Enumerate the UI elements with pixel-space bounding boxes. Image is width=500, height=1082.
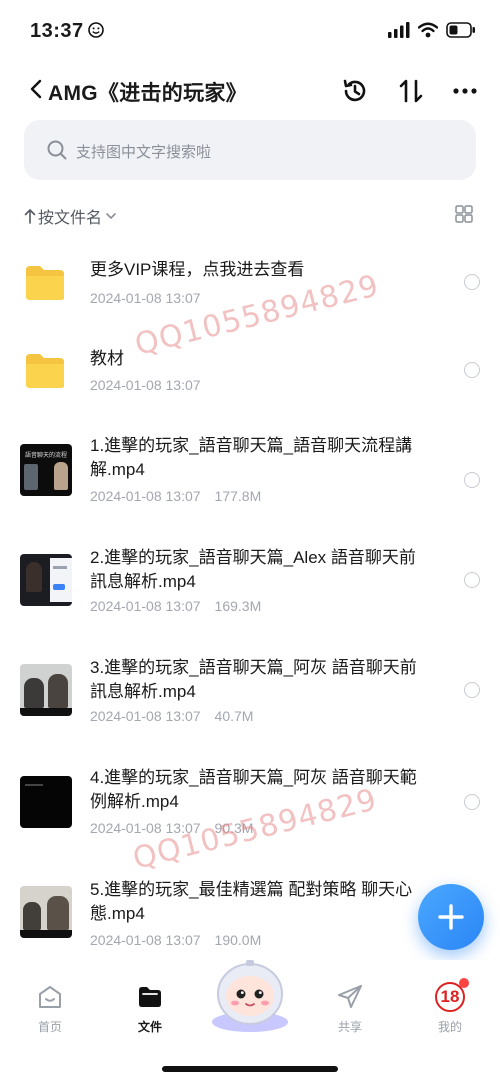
file-size: 177.8M bbox=[214, 488, 262, 504]
file-name: 2.進擊的玩家_語音聊天篇_Alex 語音聊天前 訊息解析.mp4 bbox=[90, 548, 416, 591]
file-meta: 2024-01-08 13:07 177.8M bbox=[90, 488, 261, 504]
status-time: 13:37 bbox=[30, 20, 84, 42]
more-icon[interactable] bbox=[450, 76, 480, 106]
list-item[interactable]: 2.進擊的玩家_語音聊天篇_Alex 語音聊天前 訊息解析.mp4 2024-0… bbox=[0, 532, 500, 642]
search-bar[interactable]: 支持图中文字搜索啦 bbox=[24, 120, 476, 180]
home-indicator bbox=[162, 1066, 338, 1072]
tab-label: 我的 bbox=[437, 1020, 462, 1034]
list-item[interactable]: 3.進擊的玩家_語音聊天篇_阿灰 語音聊天前 訊息解析.mp4 2024-01-… bbox=[0, 642, 500, 752]
tab-files[interactable]: 文件 bbox=[110, 982, 190, 1035]
file-date: 2024-01-08 13:07 bbox=[90, 932, 201, 948]
smiley-icon bbox=[88, 22, 104, 38]
tab-label: 共享 bbox=[337, 1020, 362, 1034]
tab-label: 文件 bbox=[137, 1020, 162, 1034]
folder-icon bbox=[139, 987, 161, 1007]
back-chevron-icon[interactable] bbox=[26, 78, 48, 100]
tab-home[interactable]: 首页 bbox=[10, 982, 90, 1035]
file-date: 2024-01-08 13:07 bbox=[90, 598, 201, 614]
notification-dot bbox=[459, 978, 469, 988]
file-date: 2024-01-08 13:07 bbox=[90, 290, 201, 306]
tab-label: 首页 bbox=[37, 1020, 62, 1034]
select-radio[interactable] bbox=[464, 362, 480, 378]
file-name: 5.進擊的玩家_最佳精選篇 配對策略 聊天心態.mp4 bbox=[90, 880, 413, 923]
tab-share[interactable]: 共享 bbox=[310, 982, 390, 1035]
sort-row: 按文件名 bbox=[24, 200, 476, 228]
file-meta: 2024-01-08 13:07 bbox=[90, 377, 201, 393]
search-placeholder: 支持图中文字搜索啦 bbox=[76, 144, 212, 161]
file-meta: 2024-01-08 13:07 169.3M bbox=[90, 598, 261, 614]
mascot-icon[interactable] bbox=[206, 952, 294, 1032]
folder-icon bbox=[26, 354, 64, 388]
status-bar: 13:37 bbox=[0, 0, 500, 62]
tab-profile[interactable]: 18 我的 bbox=[410, 978, 490, 1035]
file-size: 169.3M bbox=[214, 598, 262, 614]
plus-icon bbox=[438, 904, 464, 930]
tab-bar: 首页 文件 共享 18 我的 bbox=[0, 960, 500, 1082]
file-date: 2024-01-08 13:07 bbox=[90, 708, 201, 724]
sort-by-name-button[interactable]: 按文件名 bbox=[24, 204, 118, 228]
file-size: 190.0M bbox=[214, 932, 262, 948]
send-icon bbox=[338, 985, 362, 1008]
home-icon bbox=[39, 986, 61, 1008]
profile-badge-number: 18 bbox=[440, 987, 460, 1006]
file-name: 1.進擊的玩家_語音聊天篇_語音聊天流程講解.mp4 bbox=[90, 436, 413, 479]
list-item[interactable]: 教材 2024-01-08 13:07 bbox=[0, 320, 500, 430]
file-size: 40.7M bbox=[214, 708, 254, 724]
file-meta: 2024-01-08 13:07 bbox=[90, 290, 201, 306]
arrow-up-icon bbox=[24, 209, 36, 224]
file-meta: 2024-01-08 13:07 190.0M bbox=[90, 932, 261, 948]
signal-icon bbox=[388, 22, 410, 38]
video-thumbnail bbox=[20, 776, 72, 828]
add-button[interactable] bbox=[418, 884, 484, 950]
battery-icon bbox=[446, 22, 475, 38]
select-radio[interactable] bbox=[464, 794, 480, 810]
thumbnail-caption: 語音聊天的流程 bbox=[25, 453, 68, 459]
video-thumbnail bbox=[20, 554, 72, 606]
file-name: 3.進擊的玩家_語音聊天篇_阿灰 語音聊天前 訊息解析.mp4 bbox=[90, 658, 417, 701]
nav-bar: AMG《进击的玩家》 bbox=[0, 68, 500, 112]
file-date: 2024-01-08 13:07 bbox=[90, 377, 201, 393]
wifi-icon bbox=[418, 22, 438, 38]
chevron-down-icon bbox=[106, 213, 116, 219]
file-date: 2024-01-08 13:07 bbox=[90, 488, 201, 504]
select-radio[interactable] bbox=[464, 682, 480, 698]
grid-view-icon[interactable] bbox=[454, 204, 474, 224]
video-thumbnail bbox=[20, 664, 72, 716]
sort-icon[interactable] bbox=[396, 76, 426, 106]
video-thumbnail: 語音聊天的流程 bbox=[20, 444, 72, 496]
select-radio[interactable] bbox=[464, 472, 480, 488]
select-radio[interactable] bbox=[464, 572, 480, 588]
search-icon bbox=[47, 140, 67, 160]
sort-label: 按文件名 bbox=[38, 210, 103, 227]
select-radio[interactable] bbox=[464, 274, 480, 290]
folder-icon bbox=[26, 266, 64, 300]
page-title: AMG《进击的玩家》 bbox=[48, 82, 247, 105]
video-thumbnail bbox=[20, 886, 72, 938]
history-icon[interactable] bbox=[340, 76, 370, 106]
list-item[interactable]: 語音聊天的流程 1.進擊的玩家_語音聊天篇_語音聊天流程講解.mp4 2024-… bbox=[0, 420, 500, 530]
file-meta: 2024-01-08 13:07 40.7M bbox=[90, 708, 253, 724]
profile-avatar: 18 bbox=[435, 978, 469, 1012]
